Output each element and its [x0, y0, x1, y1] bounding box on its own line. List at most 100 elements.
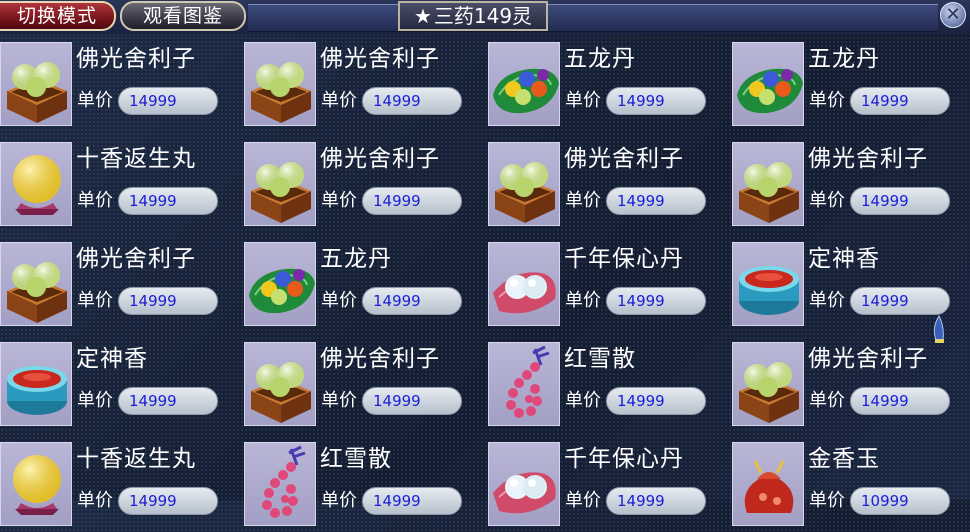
- item-card[interactable]: 千年保心丹单价 14999: [488, 442, 718, 532]
- item-card[interactable]: 五龙丹单价 14999: [732, 42, 962, 132]
- item-name: 金香玉: [808, 446, 880, 472]
- unit-price-value: 14999: [606, 187, 706, 215]
- item-name: 佛光舍利子: [808, 346, 928, 372]
- item-card[interactable]: 佛光舍利子 单价 14999: [244, 142, 474, 232]
- item-name: 定神香: [808, 246, 880, 272]
- heart-pill-icon[interactable]: [488, 442, 560, 526]
- revival-pill-icon[interactable]: [0, 442, 72, 526]
- golden-jade-pouch-icon[interactable]: [732, 442, 804, 526]
- unit-price-value: 14999: [118, 87, 218, 115]
- unit-price-label: 单价: [77, 390, 113, 411]
- scroll-handle[interactable]: [931, 314, 947, 344]
- item-card[interactable]: 佛光舍利子单价 14999: [0, 42, 230, 132]
- unit-price-label: 单价: [77, 290, 113, 311]
- revival-pill-icon[interactable]: [0, 142, 72, 226]
- unit-price-value: 14999: [606, 387, 706, 415]
- buddha-relic-icon[interactable]: [732, 142, 804, 226]
- buddha-relic-icon[interactable]: [0, 242, 72, 326]
- unit-price-value: 14999: [850, 387, 950, 415]
- item-name: 佛光舍利子: [76, 246, 196, 272]
- item-name: 千年保心丹: [564, 246, 684, 272]
- unit-price-value: 14999: [118, 287, 218, 315]
- unit-price-label: 单价: [565, 490, 601, 511]
- item-name: 佛光舍利子: [808, 146, 928, 172]
- unit-price-label: 单价: [77, 90, 113, 111]
- heart-pill-icon[interactable]: [488, 242, 560, 326]
- buddha-relic-icon[interactable]: [244, 342, 316, 426]
- unit-price-value: 14999: [606, 487, 706, 515]
- unit-price-label: 单价: [565, 190, 601, 211]
- unit-price-value: 14999: [362, 487, 462, 515]
- item-name: 五龙丹: [320, 246, 392, 272]
- item-card[interactable]: 金香玉单价 10999: [732, 442, 962, 532]
- item-card[interactable]: 佛光舍利子单价 14999: [0, 242, 230, 332]
- unit-price-value: 14999: [118, 487, 218, 515]
- unit-price-value: 10999: [850, 487, 950, 515]
- incense-bowl-icon[interactable]: [0, 342, 72, 426]
- item-card[interactable]: 红雪散单价 14999: [244, 442, 474, 532]
- item-card[interactable]: 定神香单价 14999: [732, 242, 962, 332]
- item-card[interactable]: 佛光舍利子单价 14999: [732, 342, 962, 432]
- five-dragon-pill-icon[interactable]: [732, 42, 804, 126]
- unit-price-label: 单价: [565, 390, 601, 411]
- item-card[interactable]: 十香返生丸单价 14999: [0, 442, 230, 532]
- unit-price-label: 单价: [809, 490, 845, 511]
- item-card[interactable]: 五龙丹单价 14999: [488, 42, 718, 132]
- unit-price-value: 14999: [118, 387, 218, 415]
- unit-price-value: 14999: [362, 387, 462, 415]
- unit-price-label: 单价: [321, 90, 357, 111]
- unit-price-value: 14999: [362, 287, 462, 315]
- five-dragon-pill-icon[interactable]: [488, 42, 560, 126]
- buddha-relic-icon[interactable]: [244, 142, 316, 226]
- unit-price-label: 单价: [77, 490, 113, 511]
- buddha-relic-icon[interactable]: [488, 142, 560, 226]
- item-name: 十香返生丸: [76, 146, 196, 172]
- five-dragon-pill-icon[interactable]: [244, 242, 316, 326]
- item-card[interactable]: 佛光舍利子单价 14999: [244, 42, 474, 132]
- item-card[interactable]: 佛光舍利子单价 14999: [732, 142, 962, 232]
- item-card[interactable]: 五龙丹单价 14999: [244, 242, 474, 332]
- item-name: 定神香: [76, 346, 148, 372]
- unit-price-label: 单价: [321, 290, 357, 311]
- item-name: 佛光舍利子: [564, 146, 684, 172]
- item-name: 佛光舍利子: [76, 46, 196, 72]
- unit-price-value: 14999: [606, 87, 706, 115]
- incense-bowl-icon[interactable]: [732, 242, 804, 326]
- item-card[interactable]: 定神香单价 14999: [0, 342, 230, 432]
- red-snow-beads-icon[interactable]: [488, 342, 560, 426]
- unit-price-value: 14999: [850, 87, 950, 115]
- item-name: 千年保心丹: [564, 446, 684, 472]
- item-card[interactable]: 佛光舍利子单价 14999: [488, 142, 718, 232]
- unit-price-label: 单价: [809, 190, 845, 211]
- item-name: 五龙丹: [564, 46, 636, 72]
- unit-price-label: 单价: [809, 390, 845, 411]
- item-grid: 佛光舍利子 单价 14999 佛光舍利子 单价 14999 五龙丹 单价 14999: [0, 0, 970, 526]
- item-name: 十香返生丸: [76, 446, 196, 472]
- unit-price-label: 单价: [321, 390, 357, 411]
- item-card[interactable]: 红雪散单价 14999: [488, 342, 718, 432]
- unit-price-value: 14999: [362, 87, 462, 115]
- item-name: 红雪散: [320, 446, 392, 472]
- unit-price-value: 14999: [850, 287, 950, 315]
- unit-price-label: 单价: [321, 490, 357, 511]
- item-card[interactable]: 千年保心丹单价 14999: [488, 242, 718, 332]
- unit-price-label: 单价: [809, 90, 845, 111]
- item-card[interactable]: 佛光舍利子单价 14999: [244, 342, 474, 432]
- unit-price-value: 14999: [850, 187, 950, 215]
- buddha-relic-icon[interactable]: [244, 42, 316, 126]
- buddha-relic-icon[interactable]: [0, 42, 72, 126]
- red-snow-beads-icon[interactable]: [244, 442, 316, 526]
- unit-price-value: 14999: [118, 187, 218, 215]
- unit-price-label: 单价: [809, 290, 845, 311]
- item-name: 五龙丹: [808, 46, 880, 72]
- unit-price-label: 单价: [321, 190, 357, 211]
- unit-price-label: 单价: [565, 290, 601, 311]
- item-card[interactable]: 十香返生丸 单价 14999: [0, 142, 230, 232]
- item-name: 佛光舍利子: [320, 346, 440, 372]
- item-name: 佛光舍利子: [320, 46, 440, 72]
- item-name: 佛光舍利子: [320, 146, 440, 172]
- unit-price-value: 14999: [606, 287, 706, 315]
- item-name: 红雪散: [564, 346, 636, 372]
- buddha-relic-icon[interactable]: [732, 342, 804, 426]
- unit-price-label: 单价: [565, 90, 601, 111]
